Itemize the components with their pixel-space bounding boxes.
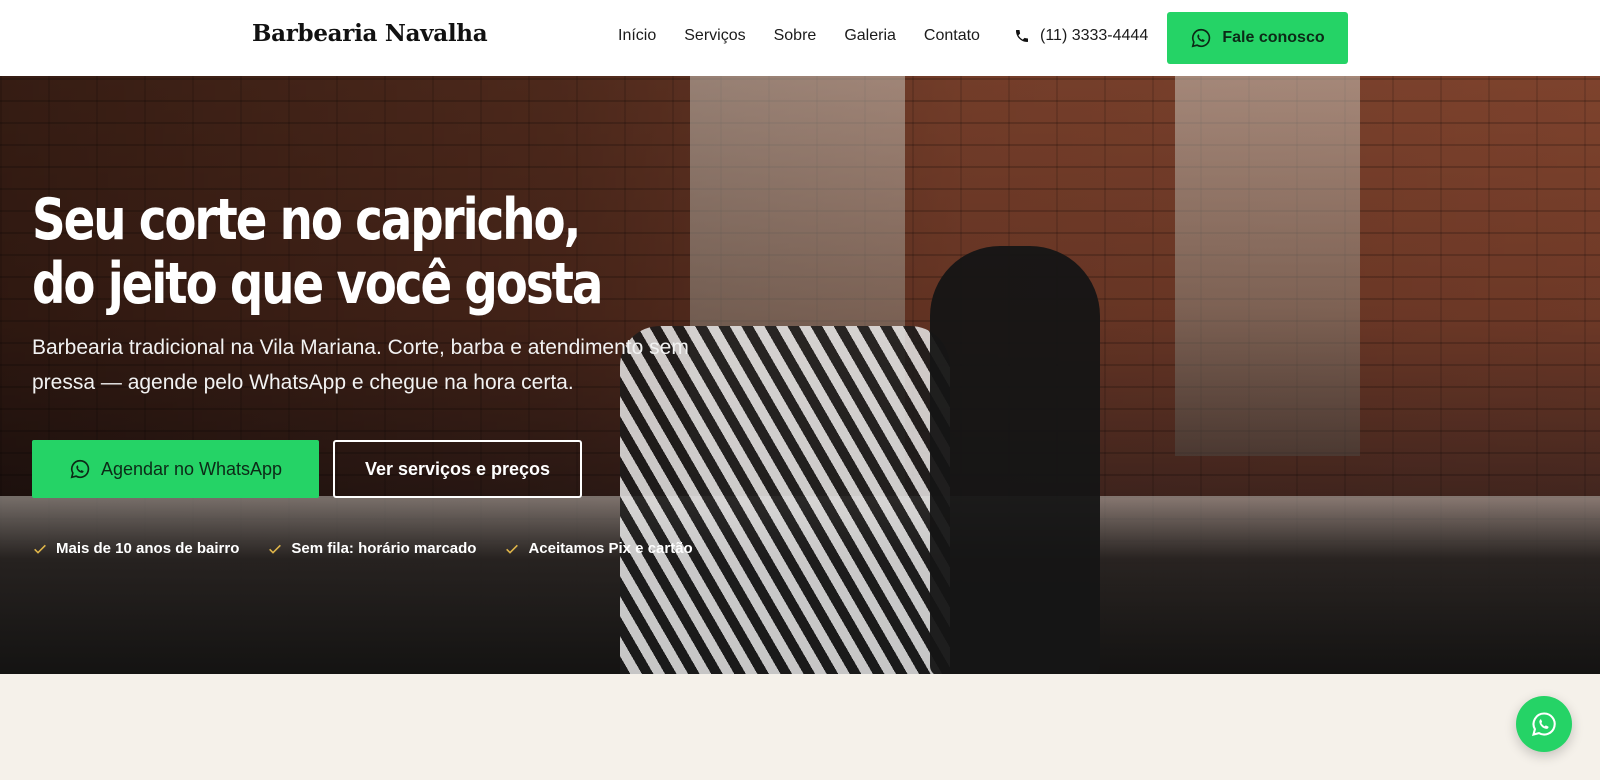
hero-title-line-2: do jeito que você gosta	[32, 251, 603, 317]
check-icon	[506, 544, 519, 554]
feature-item: Aceitamos Pix e cartão	[504, 540, 693, 557]
hero-section: Seu corte no capricho, do jeito que você…	[0, 76, 1600, 674]
contact-button[interactable]: Fale conosco	[1167, 12, 1348, 64]
nav-link-galeria[interactable]: Galeria	[844, 27, 896, 45]
floating-whatsapp-button[interactable]	[1516, 696, 1572, 752]
phone-number: (11) 3333-4444	[1040, 27, 1149, 44]
whatsapp-icon	[1532, 712, 1556, 736]
hero-title-line-1: Seu corte no capricho,	[32, 187, 581, 253]
barber-figure-decor	[930, 246, 1100, 674]
whatsapp-icon	[70, 459, 90, 479]
nav-link-contato[interactable]: Contato	[924, 27, 980, 45]
hero-subtitle: Barbearia tradicional na Vila Mariana. C…	[32, 336, 689, 394]
whatsapp-booking-button[interactable]: Agendar no WhatsApp	[32, 440, 319, 498]
hero-title: Seu corte no capricho, do jeito que você…	[32, 187, 603, 317]
site-header: Barbearia Navalha Início Serviços Sobre …	[0, 0, 1600, 76]
logo[interactable]: Barbearia Navalha	[252, 20, 488, 47]
whatsapp-booking-label: Agendar no WhatsApp	[100, 458, 283, 479]
phone-icon	[1016, 30, 1028, 42]
contact-button-label: Fale conosco	[1222, 29, 1325, 46]
feature-list: Mais de 10 anos de bairro Sem fila: horá…	[32, 540, 721, 557]
check-icon	[269, 544, 282, 554]
nav-link-servicos[interactable]: Serviços	[684, 27, 745, 45]
main-nav: Início Serviços Sobre Galeria Contato	[618, 27, 1008, 45]
whatsapp-icon	[1191, 28, 1211, 48]
nav-link-inicio[interactable]: Início	[618, 27, 656, 45]
feature-item: Mais de 10 anos de bairro	[32, 540, 239, 557]
services-prices-button[interactable]: Ver serviços e preços	[333, 440, 582, 498]
phone-link[interactable]: (11) 3333-4444	[1014, 27, 1148, 45]
feature-label: Aceitamos Pix e cartão	[528, 540, 693, 557]
mirror-decor	[1175, 76, 1360, 456]
check-icon	[34, 544, 46, 554]
feature-label: Sem fila: horário marcado	[291, 540, 477, 557]
nav-link-sobre[interactable]: Sobre	[774, 27, 817, 45]
feature-label: Mais de 10 anos de bairro	[56, 540, 240, 557]
feature-item: Sem fila: horário marcado	[267, 540, 476, 557]
